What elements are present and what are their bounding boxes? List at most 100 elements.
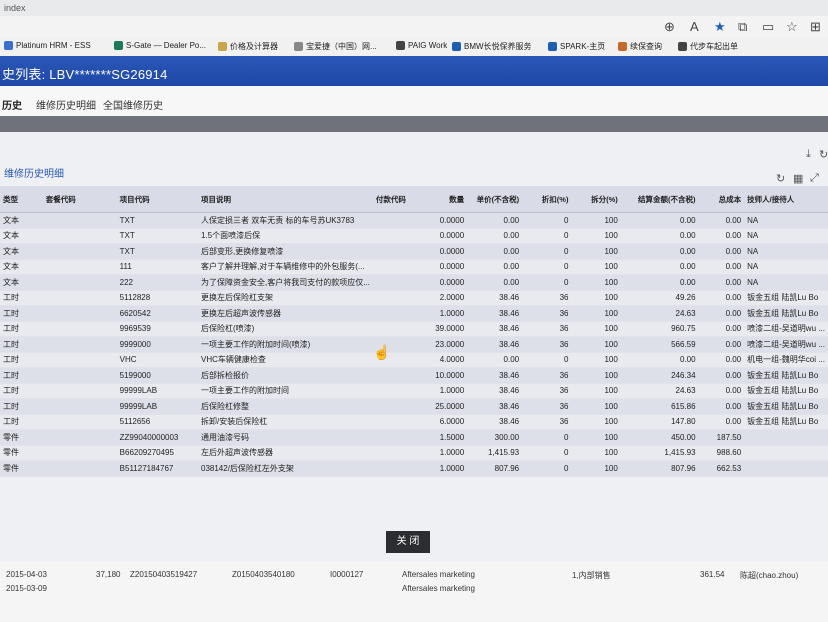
table-row[interactable]: 工时 9969539 后保险杠(喷漆) 39.0000 38.46 36 100 960.75… [0, 321, 828, 337]
table-cell: 10.0000 [419, 367, 468, 384]
table-cell: 6.0000 [419, 414, 468, 430]
bookmark-item[interactable]: S-Gate — Dealer Po... [114, 41, 206, 50]
table-cell [372, 414, 420, 430]
bookmark-item[interactable]: BMW长悦保养服务 [452, 41, 532, 52]
table-cell: NA [744, 212, 828, 229]
table-cell: 100 [571, 243, 621, 260]
bookmark-item[interactable]: 宝爱捷（中国）网... [294, 41, 377, 52]
bookmark-favicon-icon [678, 42, 687, 51]
list-cell: 陈超(chao.zhou) [740, 571, 799, 580]
table-cell: VHC车辆健康检查 [198, 352, 373, 368]
table-cell: 0.00 [698, 321, 745, 337]
column-header[interactable]: 总成本 [698, 186, 745, 213]
table-cell [42, 259, 117, 275]
table-cell: 1.0000 [419, 305, 468, 322]
column-header[interactable]: 技师人/接待人 [744, 186, 828, 213]
table-row[interactable]: 零件 ZZ99040000003 通用油漆号码 1.5000 300.00 0 100 450… [0, 429, 828, 446]
download-icon[interactable]: ⤓ [806, 148, 811, 161]
table-cell: 187.50 [698, 429, 745, 446]
browser-tab-title[interactable]: index [4, 3, 26, 13]
read-aloud-icon[interactable]: A [690, 19, 699, 35]
table-cell: 100 [571, 352, 621, 368]
table-cell: 0.00 [620, 259, 699, 275]
table-row[interactable]: 文本 222 为了保障资金安全,客户将我司支付的款项应仅... 0.0000 0.00 0… [0, 274, 828, 291]
tab-repair-history-detail[interactable]: 维修历史明细 [36, 97, 96, 112]
close-button[interactable]: 关 闭 [386, 531, 430, 553]
column-header[interactable]: 付款代码 [372, 186, 420, 213]
table-cell: 988.60 [698, 445, 745, 461]
column-header[interactable]: 套餐代码 [42, 186, 117, 213]
table-row[interactable]: 工时 5112828 更换左后保险杠支架 2.0000 38.46 36 100 49.26 0… [0, 290, 828, 306]
table-cell [372, 228, 420, 244]
table-row[interactable]: 文本 TXT 1.5个面喷漆后保 0.0000 0.00 0 100 0.00 0.00 NA [0, 228, 828, 244]
table-row[interactable]: 工时 VHC VHC车辆健康检查 4.0000 0.00 0 100 0.00 0.00 机电一组… [0, 352, 828, 368]
table-cell: 99999LAB [116, 398, 198, 415]
bookmark-item[interactable]: Platinum HRM - ESS [4, 41, 91, 50]
table-cell: 工时 [0, 383, 43, 399]
column-settings-icon[interactable]: ▦ [793, 172, 803, 185]
column-header[interactable]: 结算金额(不含税) [620, 186, 699, 213]
table-cell: 文本 [0, 274, 43, 291]
table-cell: 钣金五组 陆凯Lu Bo [744, 305, 828, 322]
tab-national-repair-history[interactable]: 全国维修历史 [103, 97, 163, 112]
reload-icon[interactable]: ↻ [776, 172, 785, 185]
bookmark-item[interactable]: 续保查询 [618, 41, 662, 52]
bookmark-item[interactable]: 代步车起出单 [678, 41, 738, 52]
favorite-star-icon[interactable]: ★ [714, 19, 726, 35]
table-cell: 0.0000 [419, 212, 468, 229]
column-header[interactable]: 数量 [419, 186, 468, 213]
table-cell: 49.26 [620, 290, 699, 306]
list-cell: 2015-04-03 [6, 570, 47, 579]
bookmark-item[interactable]: SPARK-主页 [548, 41, 605, 52]
table-cell: 0 [522, 352, 572, 368]
table-cell: 36 [522, 321, 572, 337]
column-header[interactable]: 拆分(%) [571, 186, 621, 213]
table-cell: 零件 [0, 460, 43, 477]
column-header[interactable]: 单价(不含税) [467, 186, 523, 213]
table-row[interactable]: 零件 B51127184767 038142/后保险杠左外支架 1.0000 807.9… [0, 460, 828, 477]
table-row[interactable]: 零件 B66209270495 左后外超声波传感器 1.0000 1,415.93 0 10… [0, 445, 828, 461]
column-header[interactable]: 项目说明 [198, 186, 373, 213]
table-row[interactable]: 工时 6620542 更换左后超声波传感器 1.0000 38.46 36 100 24.63… [0, 305, 828, 322]
table-cell: 38.46 [467, 321, 523, 337]
column-header[interactable]: 折扣(%) [522, 186, 572, 213]
table-cell: NA [744, 228, 828, 244]
table-row[interactable]: 文本 TXT 后部变形,更换修复喷漆 0.0000 0.00 0 100 0.00 0.00 NA [0, 243, 828, 260]
table-row[interactable]: 工时 5199000 后部拆检报价 10.0000 38.46 36 100 246.34 0.… [0, 367, 828, 384]
table-cell: B66209270495 [116, 445, 198, 461]
table-row[interactable]: 工时 99999LAB 后保险杠修整 25.0000 38.46 36 100 615.86 0… [0, 398, 828, 415]
table-row[interactable]: 工时 9999000 一项主要工作的附加时间(喷漆) 23.0000 38.46 36 10… [0, 336, 828, 353]
table-cell: TXT [116, 228, 198, 244]
table-cell: 0.00 [620, 243, 699, 260]
table-cell: 1,415.93 [620, 445, 699, 461]
table-cell [42, 274, 117, 291]
table-cell: 2.0000 [419, 290, 468, 306]
table-cell: 36 [522, 290, 572, 306]
table-row[interactable]: 文本 111 客户了解并理解,对于车辆维修中的外包服务(... 0.0000 0.00 0… [0, 259, 828, 275]
table-cell: 0.00 [698, 336, 745, 353]
table-cell: 100 [571, 383, 621, 399]
table-row[interactable]: 工时 5112656 拆卸/安装后保险杠 6.0000 38.46 36 100 147.80… [0, 414, 828, 430]
table-cell: 0 [522, 460, 572, 477]
extensions-icon[interactable]: ⧉ [738, 19, 747, 35]
column-header[interactable]: 类型 [0, 186, 43, 213]
table-cell: 6620542 [116, 305, 198, 322]
split-screen-icon[interactable]: ▭ [762, 19, 774, 35]
bookmark-item[interactable]: 价格及计算器 [218, 41, 278, 52]
table-row[interactable]: 工时 99999LAB 一项主要工作的附加时间 1.0000 38.46 36 100 24.… [0, 383, 828, 399]
expand-icon[interactable]: ⤢ [810, 172, 819, 185]
table-row[interactable]: 文本 TXT 人保定损三者 双车无责 标的车号苏UK3783 0.0000 0.00 0 1… [0, 212, 828, 229]
table-cell: 0.00 [698, 228, 745, 244]
list-item[interactable]: 2015-03-09 Aftersales marketing [0, 582, 828, 596]
bookmark-item[interactable]: PAIG Work [396, 41, 447, 50]
refresh-icon[interactable]: ↻ [819, 148, 828, 161]
tab-history[interactable]: 历史 [2, 97, 22, 120]
address-bar: ⊕ A ★ ⧉ ▭ ☆ ⊞ [0, 16, 828, 39]
zoom-icon[interactable]: ⊕ [664, 19, 675, 35]
collections-icon[interactable]: ⊞ [810, 19, 821, 35]
table-cell: 0.0000 [419, 259, 468, 275]
bookmark-label: 价格及计算器 [230, 42, 278, 51]
list-item[interactable]: 2015-04-03 37,180 Z20150403519427 Z01504035… [0, 568, 828, 582]
favorites-icon[interactable]: ☆ [786, 19, 798, 35]
column-header[interactable]: 项目代码 [116, 186, 198, 213]
